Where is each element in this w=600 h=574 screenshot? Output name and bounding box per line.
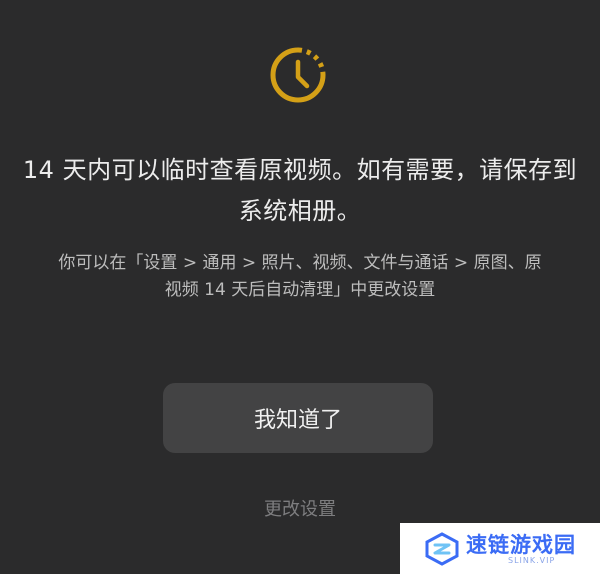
got-it-button-label: 我知道了	[253, 408, 342, 433]
headline: 14 天内可以临时查看原视频。如有需要，请保存到 系统相册。	[0, 150, 600, 232]
watermark-subtext: SLINK.VIP	[508, 556, 556, 565]
description-line-1: 你可以在「设置 > 通用 > 照片、视频、文件与通话 > 原图、原	[58, 253, 542, 273]
watermark: 速链游戏园 SLINK.VIP	[400, 523, 600, 574]
watermark-logo-icon	[425, 532, 459, 566]
description: 你可以在「设置 > 通用 > 照片、视频、文件与通话 > 原图、原 视频 14 …	[0, 250, 600, 304]
headline-line-1: 14 天内可以临时查看原视频。如有需要，请保存到	[22, 156, 578, 184]
change-settings-link[interactable]: 更改设置	[0, 495, 600, 521]
got-it-button[interactable]: 我知道了	[163, 383, 433, 453]
clock-icon	[270, 47, 326, 103]
description-line-2: 视频 14 天后自动清理」中更改设置	[164, 280, 436, 300]
watermark-text: 速链游戏园	[466, 533, 576, 557]
headline-line-2: 系统相册。	[238, 197, 362, 225]
